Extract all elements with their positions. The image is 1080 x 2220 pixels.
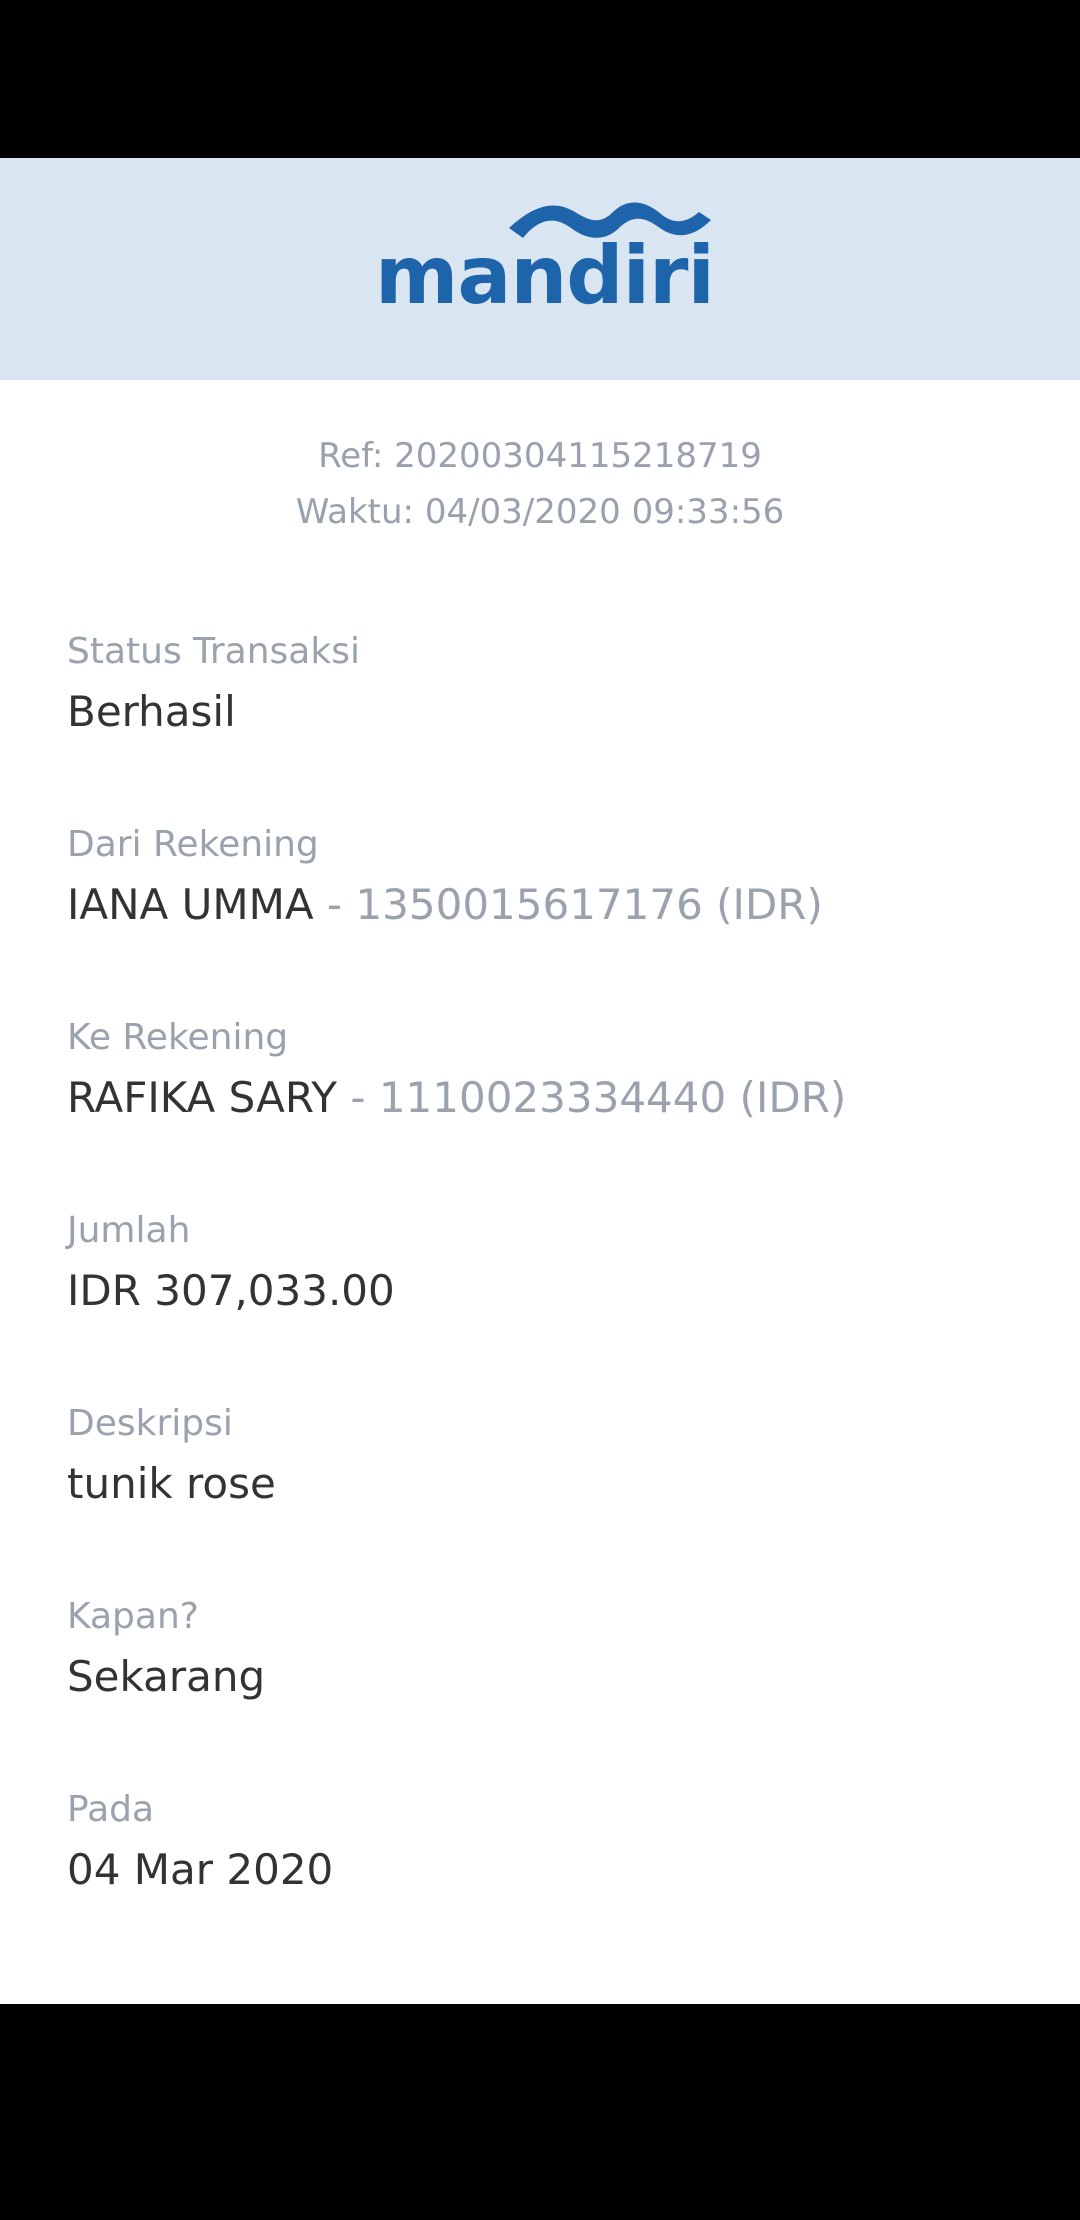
status-label: Status Transaksi (67, 631, 360, 672)
logo-wordmark: mandiri (375, 229, 715, 322)
to-account-separator: - (336, 1073, 379, 1122)
status-value: Berhasil (67, 687, 236, 736)
from-account-name: IANA UMMA (67, 880, 314, 929)
amount-value: IDR 307,033.00 (67, 1266, 395, 1315)
status-field: Status Transaksi Berhasil (67, 628, 1027, 821)
to-account-value: RAFIKA SARY - 1110023334440 (IDR) (67, 1068, 1027, 1128)
to-account-name: RAFIKA SARY (67, 1073, 337, 1122)
bottom-letterbox (0, 2004, 1080, 2220)
when-field: Kapan? Sekarang (67, 1593, 1027, 1786)
receipt-meta: Ref: 20200304115218719 Waktu: 04/03/2020… (0, 428, 1080, 540)
detail-list: Status Transaksi Berhasil Dari Rekening … (67, 628, 1027, 1979)
when-value: Sekarang (67, 1652, 266, 1701)
reference-number: Ref: 20200304115218719 (318, 436, 762, 476)
transaction-time: Waktu: 04/03/2020 09:33:56 (295, 492, 785, 532)
mandiri-logo: mandiri (375, 198, 715, 328)
date-value: 04 Mar 2020 (67, 1845, 334, 1894)
transaction-receipt: mandiri Ref: 20200304115218719 Waktu: 04… (0, 158, 1080, 2004)
from-account-label: Dari Rekening (67, 824, 319, 865)
description-label: Deskripsi (67, 1403, 233, 1444)
description-value: tunik rose (67, 1459, 276, 1508)
to-account-label: Ke Rekening (67, 1017, 289, 1058)
from-account-value: IANA UMMA - 1350015617176 (IDR) (67, 875, 1027, 935)
date-label: Pada (67, 1789, 155, 1830)
from-account-number: 1350015617176 (IDR) (355, 880, 823, 929)
when-label: Kapan? (67, 1596, 199, 1637)
amount-field: Jumlah IDR 307,033.00 (67, 1207, 1027, 1400)
from-account-field: Dari Rekening IANA UMMA - 1350015617176 … (67, 821, 1027, 1014)
from-account-separator: - (313, 880, 356, 929)
to-account-number: 1110023334440 (IDR) (378, 1073, 847, 1122)
receipt-header: mandiri (0, 158, 1080, 380)
date-field: Pada 04 Mar 2020 (67, 1786, 1027, 1979)
description-field: Deskripsi tunik rose (67, 1400, 1027, 1593)
to-account-field: Ke Rekening RAFIKA SARY - 1110023334440 … (67, 1014, 1027, 1207)
top-letterbox (0, 0, 1080, 158)
amount-label: Jumlah (67, 1210, 191, 1251)
